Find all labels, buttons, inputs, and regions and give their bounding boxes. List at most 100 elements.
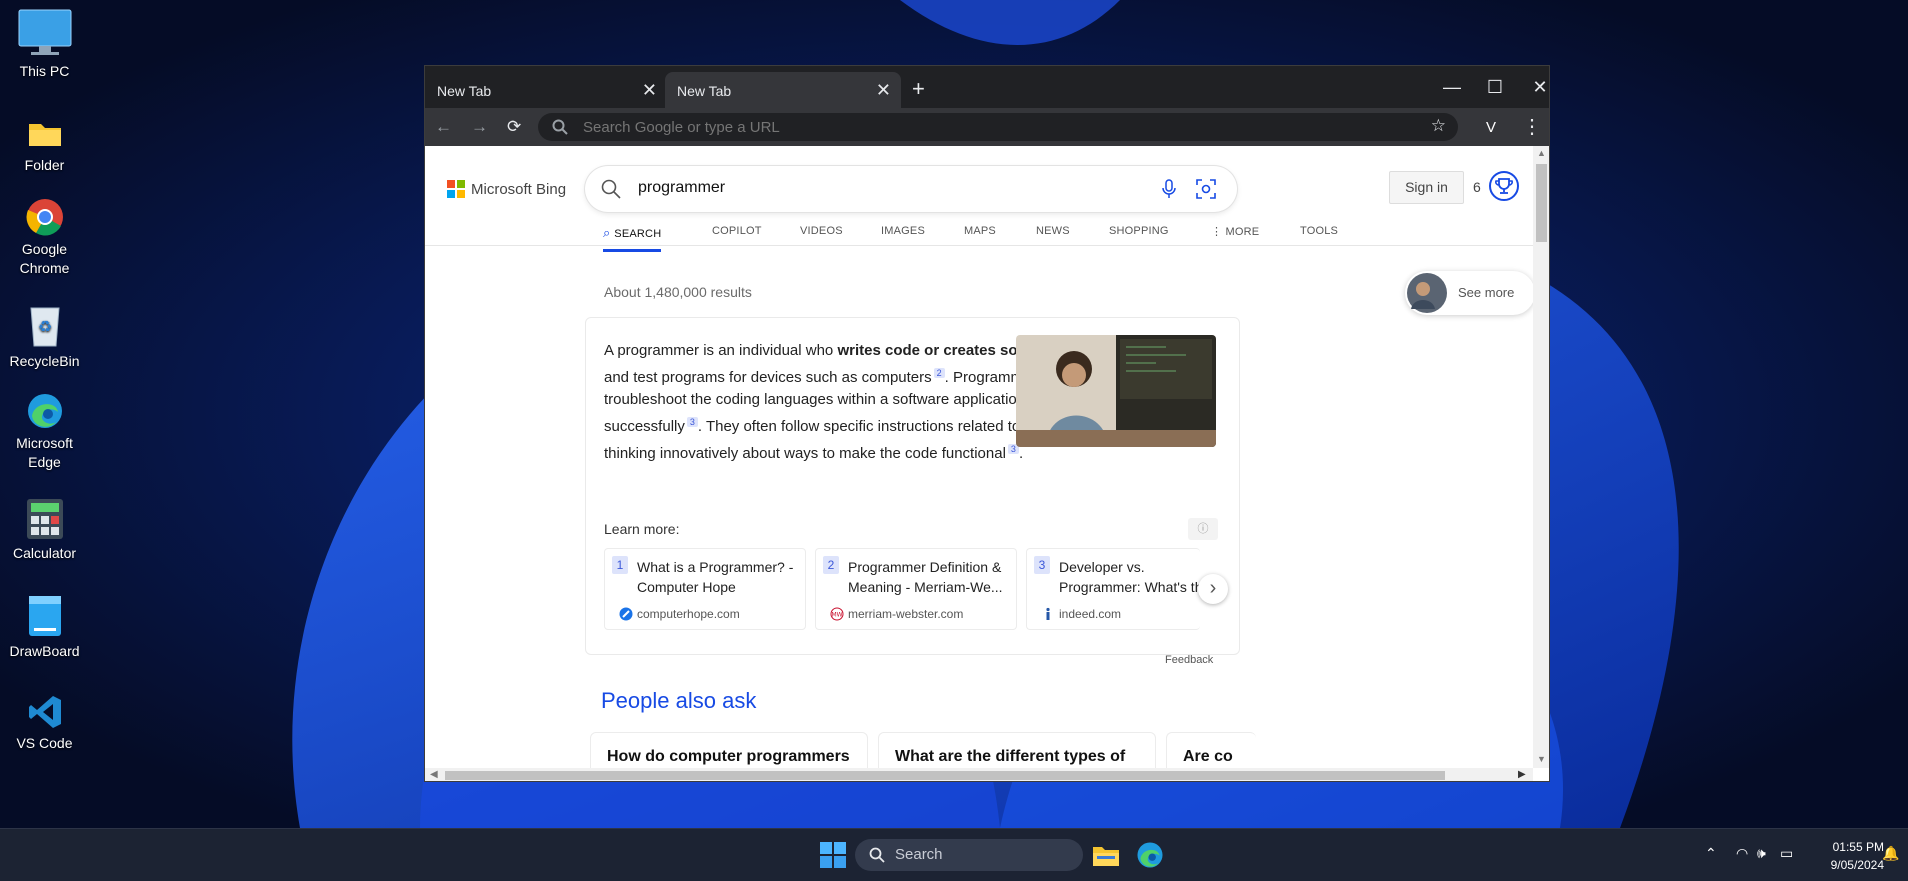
minimize-icon[interactable]: — — [1437, 72, 1467, 102]
nav-videos[interactable]: VIDEOS — [800, 225, 843, 237]
file-explorer-icon[interactable] — [1092, 843, 1120, 867]
taskbar-search-placeholder: Search — [895, 846, 943, 863]
bing-results-page: Microsoft Bing programmer Sign in 6 ⌕ SE… — [425, 146, 1533, 768]
desktop-icon-this-pc[interactable]: This PC — [0, 8, 89, 81]
taskbar-search[interactable]: Search — [855, 839, 1083, 871]
citation-link[interactable]: 3 — [686, 417, 698, 427]
scroll-left-icon[interactable]: ◀ — [430, 769, 438, 780]
edge-icon[interactable] — [1136, 841, 1164, 869]
paa-question[interactable]: Are co high d — [1166, 732, 1256, 768]
see-more-button[interactable]: See more — [1405, 271, 1533, 315]
chevron-right-icon[interactable]: › — [1198, 574, 1228, 604]
desktop-icon-recyclebin[interactable]: ♻ RecycleBin — [0, 302, 89, 371]
svg-text:MW: MW — [831, 612, 842, 619]
desktop-icon-google-chrome[interactable]: Google Chrome — [0, 198, 89, 278]
bing-logo[interactable]: Microsoft Bing — [447, 180, 566, 198]
desktop-icon-label: Google Chrome — [19, 241, 70, 276]
address-input[interactable] — [583, 119, 1383, 136]
rewards-trophy-icon[interactable] — [1489, 171, 1519, 201]
windows-start-icon[interactable] — [820, 842, 846, 868]
scroll-thumb[interactable] — [1536, 164, 1547, 242]
omnibox[interactable]: ☆ — [538, 113, 1458, 141]
desktop-icon-label: Calculator — [12, 545, 77, 561]
citation-number: 3 — [1034, 556, 1050, 574]
result-count: About 1,480,000 results — [604, 284, 752, 300]
tab-new-tab-1[interactable]: New Tab ✕ — [425, 72, 667, 108]
answer-card: A programmer is an individual who writes… — [585, 317, 1240, 655]
desktop-icon-vs-code[interactable]: VS Code — [0, 694, 89, 753]
maximize-icon[interactable]: ☐ — [1480, 72, 1510, 102]
visual-search-icon[interactable] — [1196, 179, 1216, 199]
search-icon — [552, 119, 568, 135]
learn-more-card-2[interactable]: 2 Programmer Definition & Meaning - Merr… — [815, 548, 1017, 630]
nav-copilot[interactable]: COPILOT — [712, 225, 762, 237]
nav-search[interactable]: ⌕ SEARCH — [603, 225, 662, 252]
scroll-thumb[interactable] — [445, 771, 1445, 780]
desktop-icon-label: Folder — [24, 157, 65, 173]
microsoft-logo-icon — [447, 180, 465, 198]
nav-more[interactable]: ⋮ MORE — [1211, 225, 1259, 238]
forward-icon[interactable]: → — [471, 117, 488, 137]
new-tab-plus-icon[interactable]: + — [912, 76, 925, 102]
battery-icon[interactable]: ▭ — [1780, 845, 1793, 862]
scroll-right-icon[interactable]: ▶ — [1518, 769, 1526, 780]
citation-link[interactable]: 2 — [933, 368, 945, 378]
calculator-icon — [26, 499, 63, 539]
learn-more-title: Developer vs. Programmer: What's th — [1059, 559, 1203, 595]
programmer-photo[interactable] — [1016, 335, 1216, 447]
nav-maps[interactable]: MAPS — [964, 225, 996, 237]
search-query[interactable]: programmer — [638, 179, 725, 197]
paa-question[interactable]: How do computer programmers use computer… — [590, 732, 868, 768]
microphone-icon[interactable] — [1161, 179, 1177, 199]
chevron-up-icon[interactable]: ⌃ — [1705, 845, 1717, 862]
nav-images[interactable]: IMAGES — [881, 225, 925, 237]
reload-icon[interactable]: ⟳ — [507, 117, 521, 137]
close-tab-icon[interactable]: ✕ — [642, 80, 657, 101]
desktop-icon-folder[interactable]: Folder — [0, 116, 89, 175]
nav-shopping[interactable]: SHOPPING — [1109, 225, 1169, 237]
wifi-icon[interactable]: ◠ — [1736, 845, 1748, 862]
desktop-icon-label: RecycleBin — [9, 353, 80, 369]
scroll-down-icon[interactable]: ▼ — [1537, 754, 1546, 764]
clock-date: 9/05/2024 — [1830, 858, 1884, 872]
more-menu-icon[interactable]: ⋮ — [1522, 114, 1542, 139]
scroll-up-icon[interactable]: ▲ — [1537, 148, 1546, 158]
search-icon — [869, 847, 885, 863]
indeed-favicon-icon — [1046, 607, 1050, 620]
learn-more-card-3[interactable]: 3 Developer vs. Programmer: What's th in… — [1026, 548, 1203, 630]
paa-question[interactable]: What are the different types of computer… — [878, 732, 1156, 768]
sign-in-button[interactable]: Sign in — [1389, 171, 1464, 204]
edge-icon — [27, 394, 62, 428]
notification-bell-icon[interactable]: 🔔 — [1882, 845, 1899, 862]
feedback-link[interactable]: Feedback — [1165, 654, 1213, 666]
close-tab-icon[interactable]: ✕ — [876, 80, 891, 101]
profile-avatar[interactable]: V — [1479, 116, 1503, 140]
learn-more-title: What is a Programmer? - Computer Hope — [637, 559, 794, 595]
nav-news[interactable]: NEWS — [1036, 225, 1070, 237]
bookmark-star-icon[interactable]: ☆ — [1431, 116, 1446, 136]
desktop-icon-label: VS Code — [16, 735, 73, 751]
system-clock[interactable]: 01:55 PM 9/05/2024 — [1810, 838, 1884, 874]
tab-new-tab-2[interactable]: New Tab ✕ — [665, 72, 901, 108]
computerhope-favicon-icon — [619, 607, 633, 621]
drawboard-icon — [28, 596, 61, 636]
back-icon[interactable]: ← — [435, 117, 452, 137]
more-dots-icon: ⋮ — [1211, 226, 1226, 238]
vertical-scrollbar[interactable]: ▲ ▼ — [1533, 146, 1549, 768]
merriam-webster-favicon-icon: MW — [830, 607, 844, 621]
bing-search-box[interactable]: programmer — [585, 166, 1237, 212]
recycle-bin-icon: ♻ — [29, 307, 60, 347]
chrome-icon — [26, 199, 63, 236]
desktop-icon-calculator[interactable]: Calculator — [0, 498, 89, 563]
monitor-icon — [18, 9, 71, 55]
learn-more-card-1[interactable]: 1 What is a Programmer? - Computer Hope … — [604, 548, 806, 630]
horizontal-scrollbar[interactable]: ◀ ▶ — [425, 768, 1533, 781]
info-icon[interactable]: ⓘ — [1188, 518, 1218, 540]
desktop-icon-microsoft-edge[interactable]: Microsoft Edge — [0, 392, 89, 472]
search-nav: ⌕ SEARCH COPILOT VIDEOS IMAGES MAPS NEWS… — [425, 216, 1533, 252]
nav-tools[interactable]: TOOLS — [1300, 225, 1338, 237]
desktop-icon-drawboard[interactable]: DrawBoard — [0, 594, 89, 661]
volume-icon[interactable]: 🕪 — [1757, 845, 1766, 862]
folder-icon — [28, 124, 61, 146]
close-window-icon[interactable]: ✕ — [1525, 72, 1549, 102]
